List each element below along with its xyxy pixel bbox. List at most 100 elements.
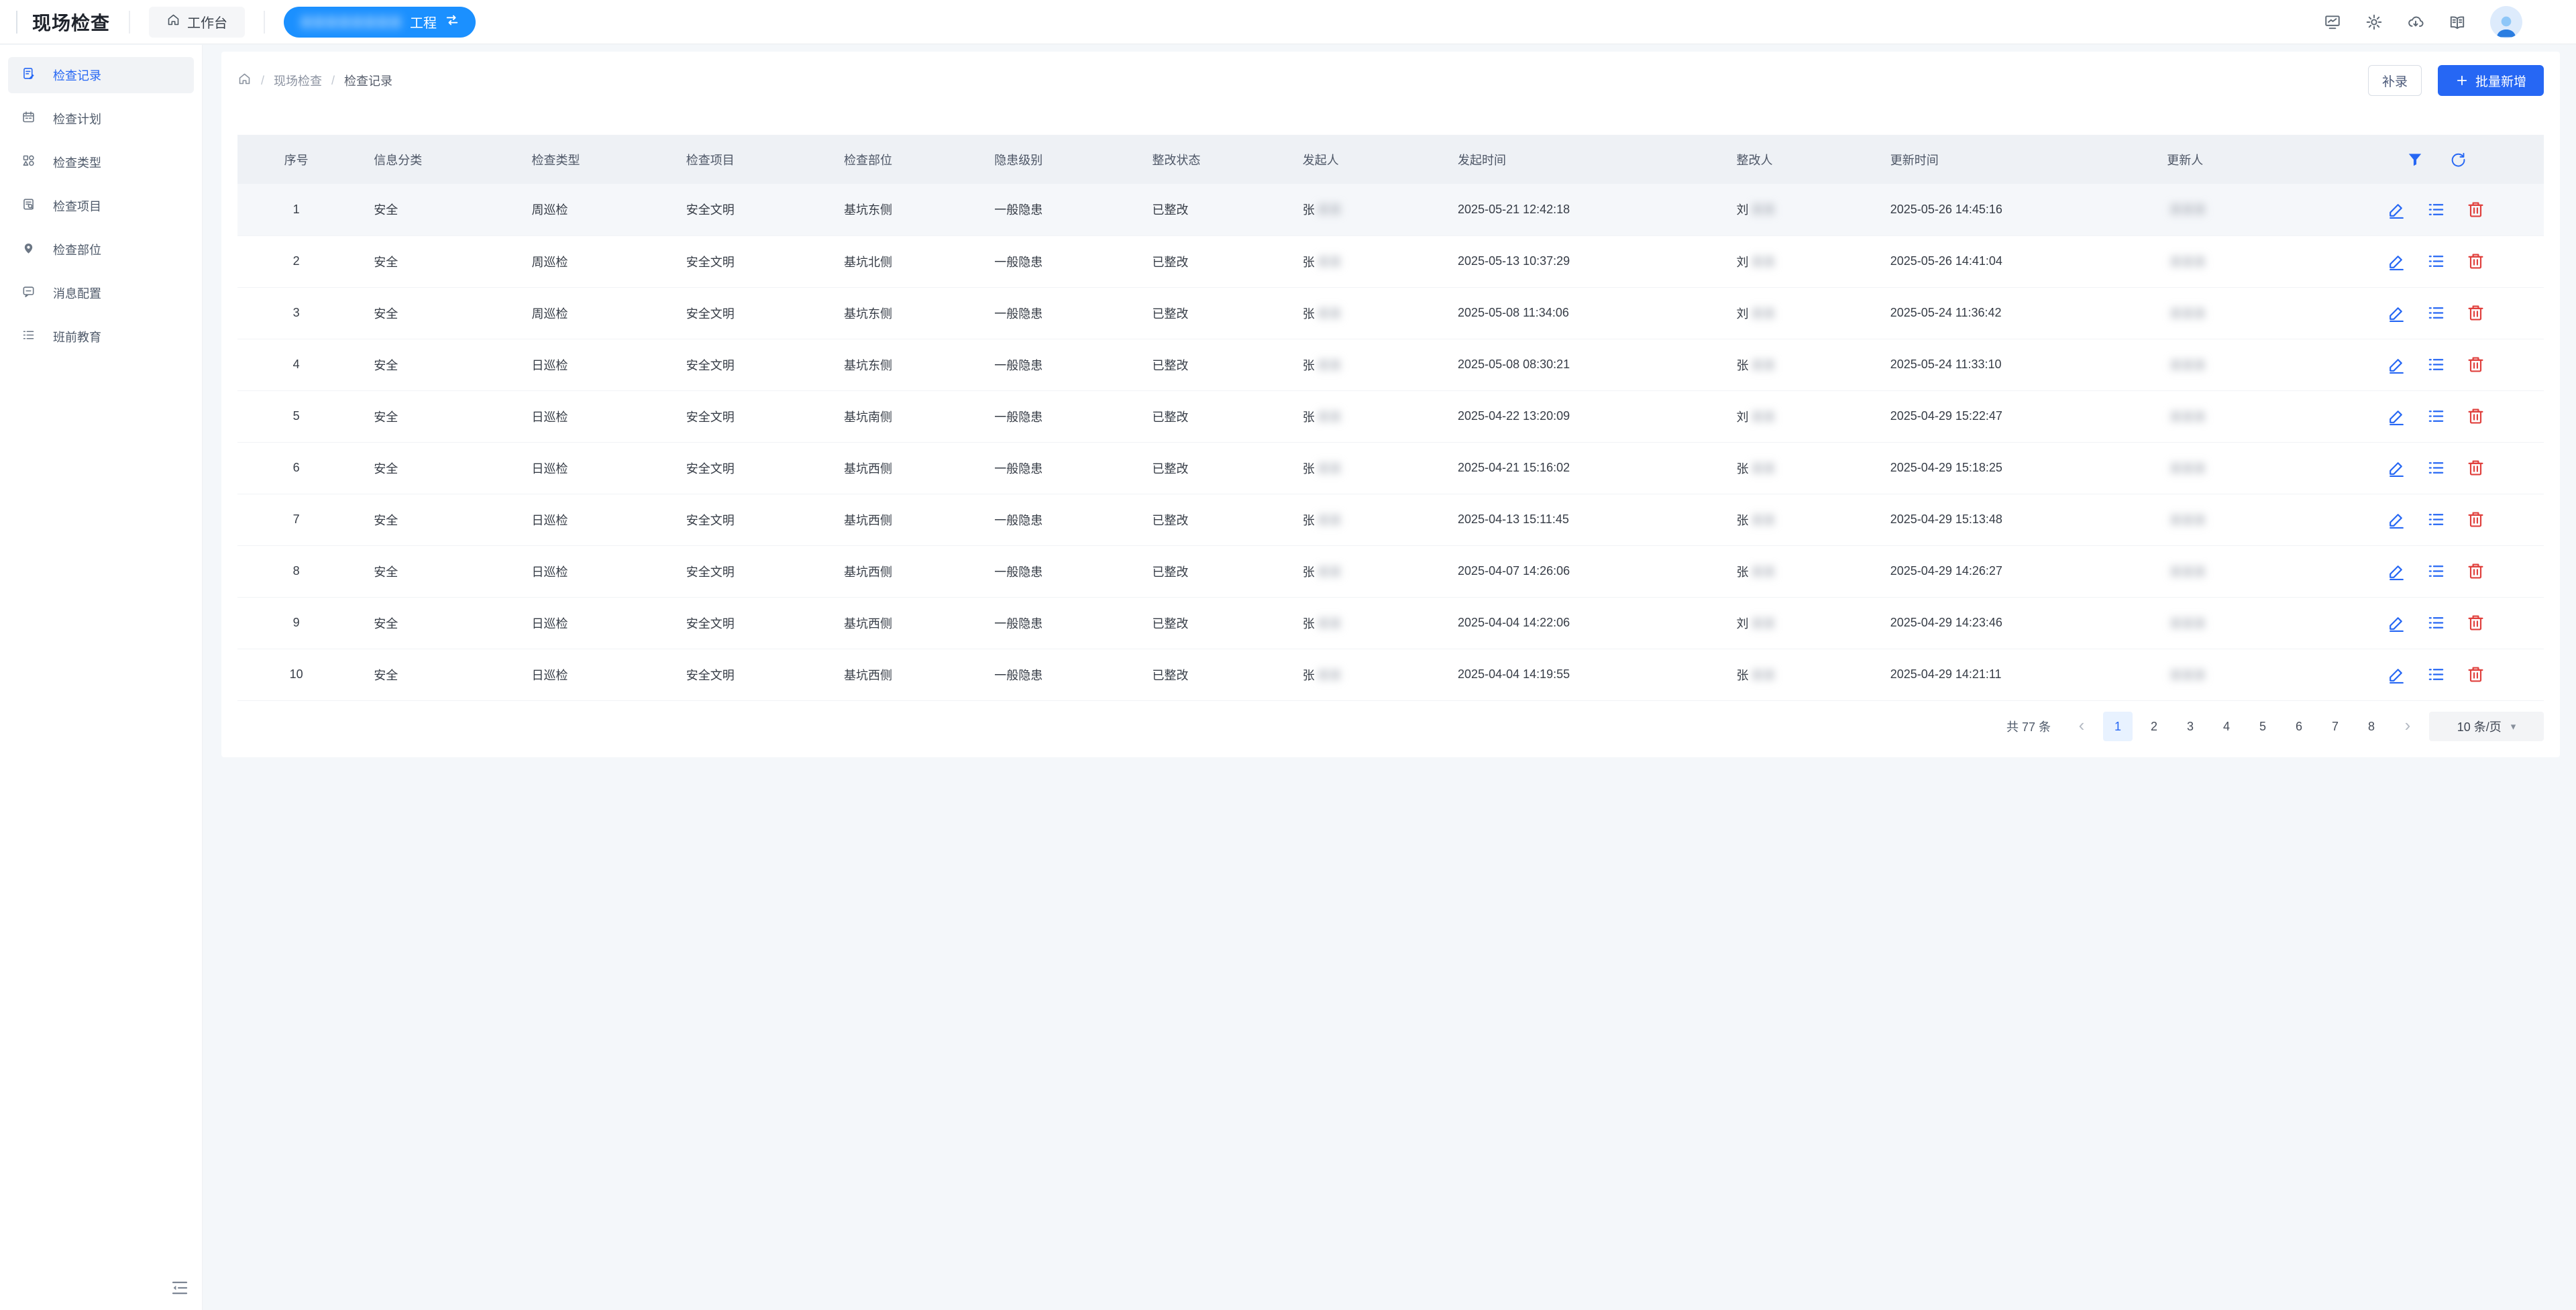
user-avatar[interactable]	[2490, 6, 2522, 38]
detail-list-icon[interactable]	[2426, 613, 2446, 633]
cell-status: 已整改	[1140, 649, 1291, 700]
cell-no: 3	[237, 287, 362, 339]
supplement-button[interactable]: 补录	[2368, 65, 2422, 96]
page-number-3[interactable]: 3	[2176, 712, 2205, 741]
delete-icon[interactable]	[2466, 510, 2485, 529]
edit-icon[interactable]	[2387, 355, 2406, 374]
cell-hazard: 一般隐患	[982, 494, 1140, 545]
cell-check-type: 日巡检	[519, 390, 674, 442]
masked-name: 某某某	[2169, 511, 2206, 529]
cell-updater: 某某某	[2155, 442, 2323, 494]
column-header: 更新时间	[1878, 135, 2155, 184]
edit-icon[interactable]	[2387, 665, 2406, 684]
sidebar-item-inspection-type[interactable]: 检查类型	[8, 144, 194, 180]
masked-name: 某某	[1318, 253, 1342, 270]
cell-start-time: 2025-04-07 14:26:06	[1446, 545, 1724, 597]
delete-icon[interactable]	[2466, 252, 2485, 271]
cell-check-type: 日巡检	[519, 545, 674, 597]
sidebar-item-inspection-records[interactable]: 检查记录	[8, 57, 194, 93]
detail-list-icon[interactable]	[2426, 561, 2446, 581]
prev-page-icon[interactable]: ‹	[2067, 712, 2096, 741]
edit-icon[interactable]	[2387, 252, 2406, 271]
edit-icon[interactable]	[2387, 200, 2406, 219]
table-row: 9安全日巡检安全文明基坑西侧一般隐患已整改张某某2025-04-04 14:22…	[237, 597, 2544, 649]
detail-list-icon[interactable]	[2426, 665, 2446, 684]
batch-add-button[interactable]: 批量新增	[2438, 65, 2544, 96]
sidebar-item-message-config[interactable]: 消息配置	[8, 275, 194, 311]
column-header: 整改人	[1725, 135, 1878, 184]
menu-fold-icon[interactable]	[170, 1278, 190, 1298]
breadcrumb-home-icon[interactable]	[237, 72, 252, 89]
breadcrumb-separator: /	[331, 74, 335, 88]
page-number-2[interactable]: 2	[2139, 712, 2169, 741]
project-selector-pill[interactable]: 某某某某某某某某 工程	[284, 7, 476, 38]
detail-list-icon[interactable]	[2426, 406, 2446, 426]
detail-list-icon[interactable]	[2426, 303, 2446, 323]
delete-icon[interactable]	[2466, 303, 2485, 323]
delete-icon[interactable]	[2466, 355, 2485, 374]
cell-updater: 某某某	[2155, 649, 2323, 700]
cell-item: 安全文明	[674, 442, 832, 494]
sidebar-item-inspection-plan[interactable]: 检查计划	[8, 101, 194, 137]
masked-name: 某某	[1318, 614, 1342, 632]
delete-icon[interactable]	[2466, 665, 2485, 684]
page-number-1[interactable]: 1	[2103, 712, 2133, 741]
sidebar-item-pre-shift-education[interactable]: 班前教育	[8, 319, 194, 355]
column-header: 检查项目	[674, 135, 832, 184]
cell-updater: 某某某	[2155, 597, 2323, 649]
delete-icon[interactable]	[2466, 406, 2485, 426]
edit-icon[interactable]	[2387, 458, 2406, 478]
detail-list-icon[interactable]	[2426, 252, 2446, 271]
next-page-icon[interactable]: ›	[2393, 712, 2422, 741]
sidebar-item-inspection-part[interactable]: 检查部位	[8, 231, 194, 268]
settings-icon[interactable]	[2365, 13, 2383, 31]
cell-hazard: 一般隐患	[982, 649, 1140, 700]
cell-category: 安全	[362, 597, 519, 649]
page-number-5[interactable]: 5	[2248, 712, 2277, 741]
filter-icon[interactable]	[2406, 151, 2424, 168]
chevron-down-icon: ▾	[2511, 720, 2516, 732]
cell-updater: 某某某	[2155, 494, 2323, 545]
cell-rectifier: 张某某	[1725, 339, 1878, 390]
delete-icon[interactable]	[2466, 200, 2485, 219]
detail-list-icon[interactable]	[2426, 355, 2446, 374]
cell-actions	[2324, 494, 2544, 545]
edit-icon[interactable]	[2387, 561, 2406, 581]
divider	[129, 11, 130, 34]
refresh-icon[interactable]	[2449, 151, 2467, 168]
docs-book-icon[interactable]	[2449, 13, 2466, 31]
detail-list-icon[interactable]	[2426, 510, 2446, 529]
detail-list-icon[interactable]	[2426, 200, 2446, 219]
page-number-4[interactable]: 4	[2212, 712, 2241, 741]
page-number-6[interactable]: 6	[2284, 712, 2314, 741]
edit-icon[interactable]	[2387, 510, 2406, 529]
delete-icon[interactable]	[2466, 613, 2485, 633]
delete-icon[interactable]	[2466, 561, 2485, 581]
home-icon	[166, 13, 180, 31]
masked-name: 某某某	[2169, 459, 2206, 477]
edit-icon[interactable]	[2387, 613, 2406, 633]
breadcrumb-item-current: 检查记录	[344, 72, 392, 89]
page-number-8[interactable]: 8	[2357, 712, 2386, 741]
cell-hazard: 一般隐患	[982, 287, 1140, 339]
cell-updater: 某某某	[2155, 545, 2323, 597]
page-number-7[interactable]: 7	[2320, 712, 2350, 741]
cell-item: 安全文明	[674, 597, 832, 649]
sidebar-item-inspection-item[interactable]: 检查项目	[8, 188, 194, 224]
breadcrumb-item[interactable]: 现场检查	[274, 72, 322, 89]
edit-icon[interactable]	[2387, 406, 2406, 426]
cell-updater: 某某某	[2155, 184, 2323, 235]
table-row: 2安全周巡检安全文明基坑北侧一般隐患已整改张某某2025-05-13 10:37…	[237, 235, 2544, 287]
cloud-download-icon[interactable]	[2407, 13, 2424, 31]
cell-category: 安全	[362, 287, 519, 339]
workbench-button[interactable]: 工作台	[149, 7, 245, 38]
page-size-select[interactable]: 10 条/页▾	[2429, 712, 2544, 741]
monitor-chart-icon[interactable]	[2324, 13, 2341, 31]
delete-icon[interactable]	[2466, 458, 2485, 478]
column-header: 隐患级别	[982, 135, 1140, 184]
sidebar-item-label: 检查记录	[53, 66, 101, 84]
detail-list-icon[interactable]	[2426, 458, 2446, 478]
edit-icon[interactable]	[2387, 303, 2406, 323]
cell-actions	[2324, 545, 2544, 597]
cell-part: 基坑北侧	[832, 235, 982, 287]
